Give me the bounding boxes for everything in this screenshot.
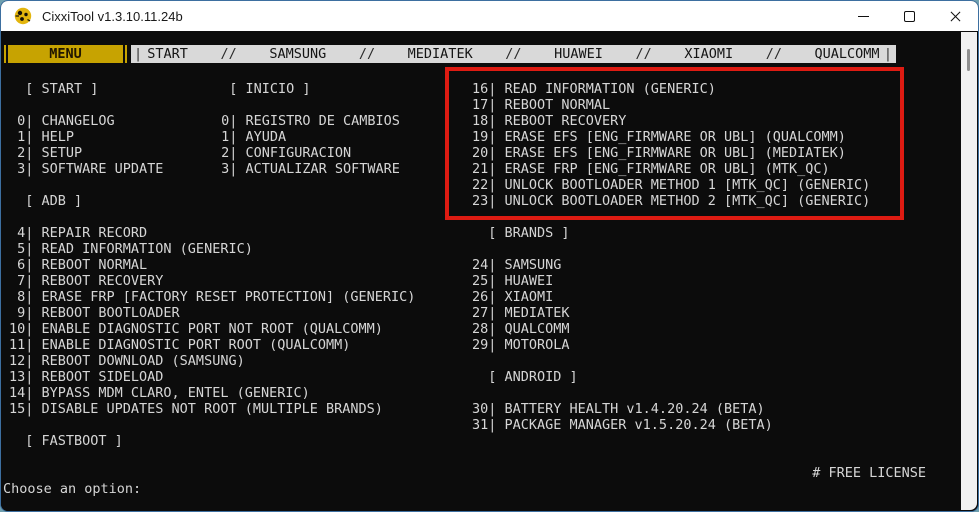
- console-line: 27| MEDIATEK: [472, 305, 570, 321]
- menu-strip: MENU | START // SAMSUNG // MEDIATEK // H…: [1, 45, 960, 63]
- console-area: MENU | START // SAMSUNG // MEDIATEK // H…: [1, 31, 978, 511]
- console-line: 22| UNLOCK BOOTLOADER METHOD 1 [MTK_QC] …: [472, 177, 871, 193]
- maximize-icon: [903, 10, 915, 22]
- console-line: 25| HUAWEI: [472, 273, 554, 289]
- console-line: 8| ERASE FRP [FACTORY RESET PROTECTION] …: [9, 289, 416, 305]
- console-line: 1| AYUDA: [213, 129, 287, 145]
- console-line: 15| DISABLE UPDATES NOT ROOT (MULTIPLE B…: [9, 401, 383, 417]
- minimize-icon: [857, 15, 869, 17]
- console-line: 21| ERASE FRP [ENG_FIRMWARE OR UBL] (MTK…: [472, 161, 830, 177]
- console-line: 28| QUALCOMM: [472, 321, 570, 337]
- console-line: 18| REBOOT RECOVERY: [472, 113, 627, 129]
- window-title: CixxiTool v1.3.10.11.24b: [42, 8, 183, 24]
- brand-tab-strip: | START // SAMSUNG // MEDIATEK // HUAWEI…: [131, 45, 896, 63]
- gold-separator-bar: [125, 45, 127, 63]
- license-status: # FREE LICENSE: [812, 465, 926, 481]
- scrollbar-thumb[interactable]: [967, 49, 970, 71]
- console-line: 12| REBOOT DOWNLOAD (SAMSUNG): [9, 353, 245, 369]
- tab-separator: //: [220, 46, 237, 62]
- menu-column-middle: [ INICIO ] 0| REGISTRO DE CAMBIOS 1| AYU…: [213, 81, 400, 177]
- app-logo-icon[interactable]: [14, 7, 32, 25]
- console-line: [ ADB ]: [9, 193, 83, 209]
- close-button[interactable]: [932, 1, 978, 31]
- menu-column-right: 16| READ INFORMATION (GENERIC) 17| REBOOT…: [472, 81, 870, 433]
- minimize-button[interactable]: [840, 1, 886, 31]
- console-line: [ INICIO ]: [213, 81, 311, 97]
- maximize-button[interactable]: [886, 1, 932, 31]
- window-controls: [840, 1, 978, 31]
- console-line: 5| READ INFORMATION (GENERIC): [9, 241, 253, 257]
- console-line: [ FASTBOOT ]: [9, 433, 123, 449]
- console-line: 19| ERASE EFS [ENG_FIRMWARE OR UBL] (QUA…: [472, 129, 846, 145]
- title-bar[interactable]: CixxiTool v1.3.10.11.24b: [1, 1, 978, 31]
- strip-right-pipe: |: [883, 46, 892, 62]
- tab-mediatek[interactable]: MEDIATEK: [408, 46, 473, 62]
- tab-samsung[interactable]: SAMSUNG: [269, 46, 326, 62]
- gold-edge-bar: [4, 45, 6, 63]
- console-line: 0| REGISTRO DE CAMBIOS: [213, 113, 400, 129]
- command-prompt-input[interactable]: Choose an option:: [3, 481, 141, 497]
- console-line: 7| REBOOT RECOVERY: [9, 273, 164, 289]
- console-line: 26| XIAOMI: [472, 289, 554, 305]
- tab-menu-active[interactable]: MENU: [8, 45, 123, 63]
- console-line: 4| REPAIR RECORD: [9, 225, 148, 241]
- console-line: 6| REBOOT NORMAL: [9, 257, 148, 273]
- tab-separator: //: [635, 46, 652, 62]
- console-line: 9| REBOOT BOOTLOADER: [9, 305, 180, 321]
- console-line: 31| PACKAGE MANAGER v1.5.20.24 (BETA): [472, 417, 773, 433]
- tab-separator: //: [358, 46, 376, 62]
- tab-separator: //: [765, 46, 782, 62]
- console-line: 14| BYPASS MDM CLARO, ENTEL (GENERIC): [9, 385, 310, 401]
- console-line: 23| UNLOCK BOOTLOADER METHOD 2 [MTK_QC] …: [472, 193, 871, 209]
- console-line: 24| SAMSUNG: [472, 257, 562, 273]
- app-window: CixxiTool v1.3.10.11.24b MENU | START //…: [0, 0, 979, 512]
- tab-qualcomm[interactable]: QUALCOMM: [815, 46, 880, 62]
- vertical-scrollbar[interactable]: [961, 32, 977, 510]
- strip-left-pipe: |: [134, 46, 143, 62]
- console-line: 30| BATTERY HEALTH v1.4.20.24 (BETA): [472, 401, 765, 417]
- console-line: 20| ERASE EFS [ENG_FIRMWARE OR UBL] (MED…: [472, 145, 846, 161]
- console-line: 29| MOTOROLA: [472, 337, 570, 353]
- tab-separator: //: [505, 46, 522, 62]
- console-line: 3| ACTUALIZAR SOFTWARE: [213, 161, 400, 177]
- console-line: 16| READ INFORMATION (GENERIC): [472, 81, 716, 97]
- tab-xiaomi[interactable]: XIAOMI: [684, 46, 733, 62]
- console-line: 2| CONFIGURACION: [213, 145, 352, 161]
- console-line: [ ANDROID ]: [472, 369, 578, 385]
- tab-start[interactable]: START: [147, 46, 188, 62]
- console-line: [ BRANDS ]: [472, 225, 570, 241]
- console-line: 13| REBOOT SIDELOAD: [9, 369, 164, 385]
- close-icon: [950, 11, 961, 22]
- console-line: 11| ENABLE DIAGNOSTIC PORT ROOT (QUALCOM…: [9, 337, 351, 353]
- console-line: 17| REBOOT NORMAL: [472, 97, 611, 113]
- console-line: 10| ENABLE DIAGNOSTIC PORT NOT ROOT (QUA…: [9, 321, 383, 337]
- tab-huawei[interactable]: HUAWEI: [554, 46, 603, 62]
